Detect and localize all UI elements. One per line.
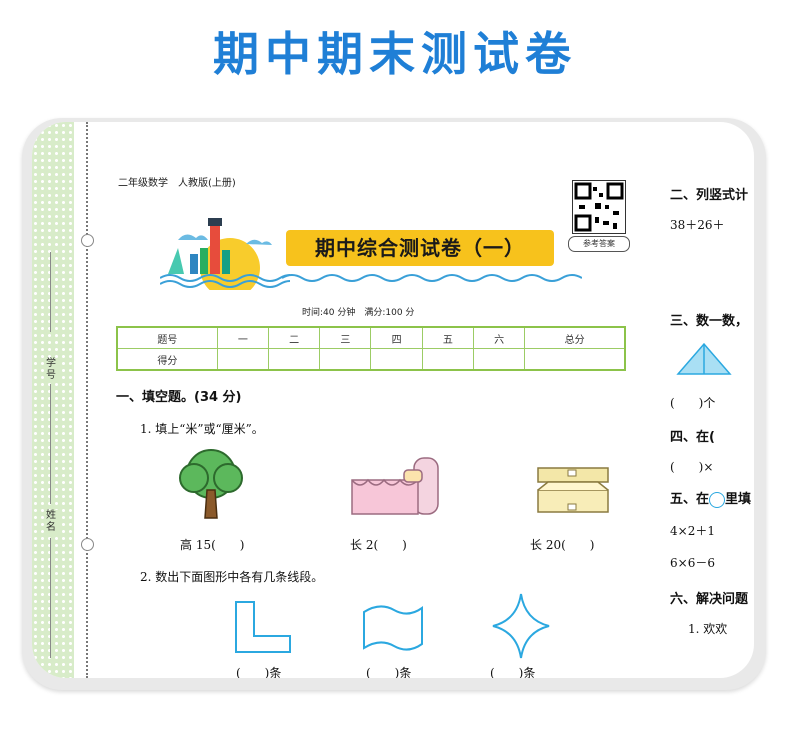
binding-hole	[81, 538, 94, 551]
caption-bed: 长 2( )	[350, 538, 407, 552]
sailboat-icon	[168, 248, 184, 274]
section-5-line-2: 6×6－6	[670, 556, 715, 570]
table-cell: 二	[267, 326, 321, 349]
answer-blank-1: ( )条	[236, 666, 282, 678]
section-3-answer: ( )个	[670, 396, 716, 410]
cloud-icon	[178, 234, 208, 240]
qr-code-icon[interactable]	[572, 180, 626, 234]
bed-icon	[351, 457, 439, 515]
table-cell: 六	[473, 326, 526, 349]
triangle-figure	[676, 342, 732, 375]
student-id-label: 学号	[44, 358, 58, 382]
pencil-box-icon	[537, 467, 609, 513]
section-4-title: 四、在(	[670, 430, 715, 445]
table-cell: 一	[216, 326, 269, 349]
table-cell: 三	[319, 326, 372, 349]
student-id-line	[50, 252, 51, 332]
section-5-title: 五、在 里填	[670, 488, 751, 508]
section-3-title: 三、数一数，	[670, 314, 749, 329]
score-cell[interactable]	[319, 348, 372, 371]
score-cell[interactable]	[524, 348, 626, 371]
table-cell: 五	[421, 326, 475, 349]
flag-shape-figure	[363, 605, 423, 651]
score-table-header-row: 题号 一 二 三 四 五 六 总分	[116, 326, 626, 349]
table-cell: 得分	[116, 348, 218, 371]
subject-line: 二年级数学 人教版(上册)	[118, 178, 236, 189]
answer-key-label: 参考答案	[568, 236, 630, 252]
table-cell: 题号	[116, 326, 218, 349]
section-4-answer: ( )×	[670, 460, 714, 474]
score-table-score-row: 得分	[116, 348, 626, 371]
divider-line	[50, 384, 51, 504]
name-label: 姓名	[44, 510, 58, 534]
binding-hole	[81, 234, 94, 247]
section-6-title: 六、解决问题	[670, 592, 749, 607]
question-1: 1. 填上“米”或“厘米”。	[140, 422, 264, 436]
section-2-line: 38＋26＋	[670, 218, 725, 232]
time-and-score-line: 时间:40 分钟 满分:100 分	[302, 308, 415, 318]
caption-tree: 高 15( )	[180, 538, 245, 552]
score-cell[interactable]	[216, 348, 269, 371]
exam-sheet: 学号 姓名 二年级数学 人教版(上册) 期中综合测试卷（一） 参考答案 时间:4…	[32, 122, 754, 678]
table-cell: 四	[370, 326, 423, 349]
section-2-title: 二、列竖式计	[670, 188, 749, 203]
section-1-title: 一、填空题。(34 分)	[116, 390, 242, 405]
section-6-question-1: 1. 欢欢	[688, 622, 728, 636]
star-shape-figure	[492, 593, 550, 659]
right-page-column: 二、列竖式计 38＋26＋ 三、数一数， ( )个 四、在( ( )× 五、在里…	[666, 122, 754, 678]
section-5-line-1: 4×2＋1	[670, 524, 715, 538]
score-cell[interactable]	[473, 348, 526, 371]
score-cell[interactable]	[267, 348, 321, 371]
question-2: 2. 数出下面图形中各有几条线段。	[140, 570, 324, 584]
section-5-prefix: 五、在	[670, 492, 710, 507]
binding-spine: 学号 姓名	[32, 122, 74, 678]
lighthouse-icon	[210, 224, 220, 274]
table-cell: 总分	[524, 326, 626, 349]
lighthouse-illustration	[160, 218, 290, 290]
answer-blank-3: ( )条	[490, 666, 536, 678]
score-table: 题号 一 二 三 四 五 六 总分 得分	[116, 326, 626, 371]
cloud-icon	[246, 239, 272, 245]
page-headline: 期中期末测试卷	[213, 27, 577, 81]
answer-blank-2: ( )条	[366, 666, 412, 678]
cut-line	[86, 122, 88, 678]
section-5-suffix: 里填	[725, 492, 752, 507]
wave-decoration	[282, 274, 582, 282]
caption-pencil-box: 长 20( )	[530, 538, 595, 552]
tree-icon	[179, 449, 243, 519]
score-cell[interactable]	[370, 348, 423, 371]
name-line	[50, 538, 51, 658]
score-cell[interactable]	[421, 348, 475, 371]
exam-title: 期中综合测试卷（一）	[286, 230, 554, 266]
circle-blank-icon	[709, 491, 726, 508]
l-shape-figure	[235, 601, 291, 653]
